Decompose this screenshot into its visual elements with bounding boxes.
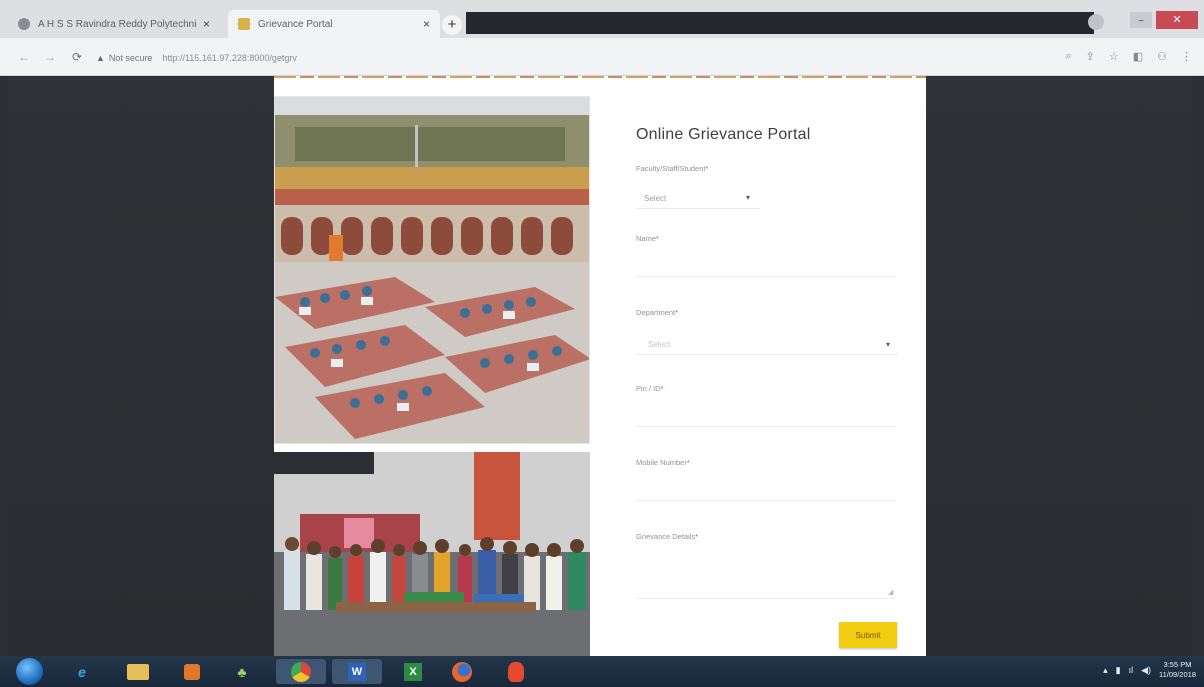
submit-button[interactable]: Submit xyxy=(839,622,897,648)
windows-taskbar: e ♣ W X ▴ ▮ ıl ◀) 3:55 PM 11/09/2018 xyxy=(0,656,1204,687)
department-select-underline xyxy=(636,354,898,355)
system-tray: ▴ ▮ ıl ◀) 3:55 PM 11/09/2018 xyxy=(1103,660,1196,680)
label-text: Faculty/Staff/Student xyxy=(636,164,706,173)
chrome-icon[interactable] xyxy=(276,659,326,684)
zoom-icon[interactable]: ⌕ xyxy=(1065,50,1071,63)
label-name: Name* xyxy=(636,234,659,243)
tab-grievance-portal[interactable]: Grievance Portal × xyxy=(228,10,440,38)
media-player-icon[interactable] xyxy=(172,659,212,684)
tab-title: A H S S Ravindra Reddy Polytechnic xyxy=(38,18,197,30)
textarea-resize-handle[interactable]: ◢ xyxy=(888,588,893,596)
share-icon[interactable]: ⇪ xyxy=(1086,50,1095,63)
clock-time: 3:55 PM xyxy=(1163,660,1192,669)
word-icon[interactable]: W xyxy=(332,659,382,684)
window-controls: – ✕ xyxy=(1094,8,1204,32)
label-text: Pin / ID xyxy=(636,384,661,393)
firefox-icon[interactable] xyxy=(442,659,482,684)
required-marker: * xyxy=(660,384,664,393)
page-viewport: Online Grievance Portal Faculty/Staff/St… xyxy=(8,76,1192,656)
system-clock[interactable]: 3:55 PM 11/09/2018 xyxy=(1159,660,1196,680)
role-select[interactable]: Select xyxy=(644,194,666,203)
required-marker: * xyxy=(656,234,659,243)
forward-arrow-icon[interactable]: → xyxy=(44,50,56,64)
role-select-underline xyxy=(636,208,760,209)
required-marker: * xyxy=(695,532,699,541)
page-favicon-icon xyxy=(238,18,250,30)
browser-tab-bar: A H S S Ravindra Reddy Polytechnic × Gri… xyxy=(0,0,1204,38)
close-tab-icon[interactable]: × xyxy=(423,17,430,31)
grievance-form: Online Grievance Portal Faculty/Staff/St… xyxy=(636,76,906,656)
label-faculty-staff-student: Faculty/Staff/Student* xyxy=(636,164,708,173)
file-explorer-icon[interactable] xyxy=(118,659,158,684)
department-select[interactable]: Select xyxy=(648,340,670,349)
menu-kebab-icon[interactable]: ⋮ xyxy=(1181,50,1192,63)
tab-title: Grievance Portal xyxy=(258,18,333,30)
name-input[interactable] xyxy=(636,276,896,277)
label-department: Department* xyxy=(636,308,678,317)
label-grievance-details: Grievance Details* xyxy=(636,532,698,541)
chevron-down-icon[interactable]: ▾ xyxy=(886,340,890,349)
security-label[interactable]: Not secure xyxy=(109,53,153,63)
label-mobile-number: Mobile Number* xyxy=(636,458,690,467)
volume-icon[interactable]: ◀) xyxy=(1141,665,1151,676)
address-bar-row: ← → ⟳ ▲ Not secure http://115.161.97.228… xyxy=(0,38,1204,76)
start-button[interactable] xyxy=(16,658,43,685)
label-pin-id: Pin / ID* xyxy=(636,384,664,393)
omnibox[interactable]: ▲ Not secure http://115.161.97.228:8000/… xyxy=(96,47,1096,69)
show-hidden-icons-icon[interactable]: ▴ xyxy=(1103,665,1108,676)
label-text: Name xyxy=(636,234,657,243)
page-background-left xyxy=(8,76,274,656)
bookmark-star-icon[interactable]: ☆ xyxy=(1109,50,1119,63)
pin-input[interactable] xyxy=(636,426,896,427)
required-marker: * xyxy=(705,164,709,173)
close-window-button[interactable]: ✕ xyxy=(1156,11,1198,29)
portal-card: Online Grievance Portal Faculty/Staff/St… xyxy=(274,76,926,656)
close-tab-icon[interactable]: × xyxy=(203,17,210,31)
grievance-details-textarea[interactable] xyxy=(636,598,896,599)
title-bar-drag-area[interactable] xyxy=(466,12,1094,34)
toolbar-icons: ⌕ ⇪ ☆ ◧ ⚇ ⋮ xyxy=(1065,50,1192,63)
group-photo xyxy=(274,452,590,656)
required-marker: * xyxy=(675,308,679,317)
page-background-right xyxy=(926,76,1192,656)
chevron-down-icon[interactable]: ▾ xyxy=(746,193,750,202)
mobile-input[interactable] xyxy=(636,500,896,501)
back-arrow-icon[interactable]: ← xyxy=(18,50,30,64)
internet-explorer-icon[interactable]: e xyxy=(62,659,102,684)
minimize-button[interactable]: – xyxy=(1130,12,1152,28)
mesh-icon[interactable]: ♣ xyxy=(222,659,262,684)
tab-polytechnic[interactable]: A H S S Ravindra Reddy Polytechnic × xyxy=(8,10,220,38)
label-text: Mobile Number xyxy=(636,458,687,467)
network-icon[interactable]: ▮ xyxy=(1116,665,1121,676)
warning-icon[interactable]: ▲ xyxy=(96,53,105,63)
clock-date: 11/09/2018 xyxy=(1159,670,1196,679)
excel-icon[interactable]: X xyxy=(388,659,438,684)
label-text: Grievance Details xyxy=(636,532,696,541)
account-icon[interactable]: ⚇ xyxy=(1157,50,1167,63)
url-text[interactable]: http://115.161.97.228:8000/getgrv xyxy=(162,53,296,63)
signal-icon[interactable]: ıl xyxy=(1129,665,1134,675)
site-favicon-icon xyxy=(18,18,30,30)
required-marker: * xyxy=(686,458,690,467)
reload-icon[interactable]: ⟳ xyxy=(72,50,82,64)
new-tab-button[interactable]: + xyxy=(442,15,462,35)
label-text: Department xyxy=(636,308,676,317)
courtyard-photo xyxy=(274,96,590,444)
side-panel-icon[interactable]: ◧ xyxy=(1133,50,1143,63)
form-title: Online Grievance Portal xyxy=(636,126,811,143)
media-icon[interactable] xyxy=(496,659,536,684)
